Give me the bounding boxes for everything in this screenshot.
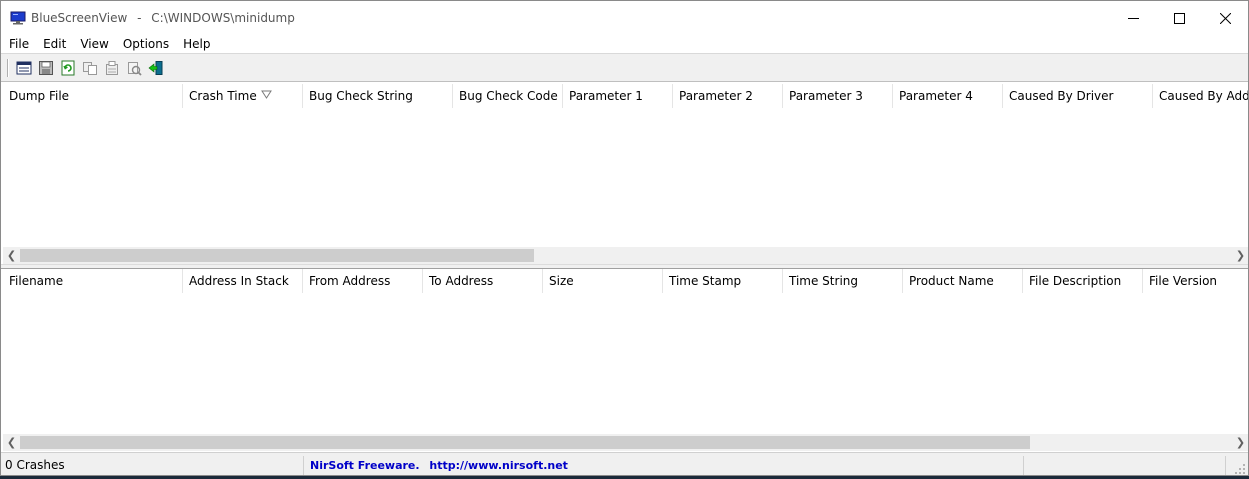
crash-list[interactable]: Dump File Crash Time Bug Check String Bu… [3, 84, 1248, 264]
app-monitor-icon [10, 11, 26, 25]
advanced-options-icon [128, 61, 142, 76]
column-parameter-2[interactable]: Parameter 2 [673, 84, 783, 108]
properties-button[interactable] [101, 57, 123, 79]
title-separator: - [137, 11, 142, 25]
driver-list[interactable]: Filename Address In Stack From Address T… [3, 269, 1248, 451]
crash-list-hscrollbar[interactable]: ❮ ❯ [3, 247, 1248, 264]
scroll-left-arrow-icon[interactable]: ❮ [3, 247, 20, 264]
column-file-version[interactable]: File Version [1143, 269, 1248, 293]
column-parameter-4[interactable]: Parameter 4 [893, 84, 1003, 108]
crash-list-header: Dump File Crash Time Bug Check String Bu… [3, 84, 1248, 108]
menu-file[interactable]: File [1, 34, 36, 54]
title-bar: BlueScreenView - C:\WINDOWS\minidump [1, 1, 1248, 35]
driver-list-header: Filename Address In Stack From Address T… [3, 269, 1248, 293]
scroll-right-arrow-icon[interactable]: ❯ [1232, 247, 1248, 264]
html-report-button[interactable] [13, 57, 35, 79]
column-to-address[interactable]: To Address [423, 269, 543, 293]
column-parameter-1[interactable]: Parameter 1 [563, 84, 673, 108]
sort-descending-icon [261, 90, 272, 99]
column-size[interactable]: Size [543, 269, 663, 293]
toolbar-grip [7, 58, 9, 77]
freeware-label: NirSoft Freeware. [310, 459, 420, 472]
column-time-string[interactable]: Time String [783, 269, 903, 293]
minimize-icon [1127, 17, 1139, 19]
column-crash-time-label: Crash Time [189, 89, 257, 103]
properties-icon [106, 60, 118, 75]
scroll-left-arrow-icon[interactable]: ❮ [3, 434, 20, 451]
column-filename[interactable]: Filename [3, 269, 183, 293]
column-caused-by-driver[interactable]: Caused By Driver [1003, 84, 1153, 108]
menu-help[interactable]: Help [176, 34, 217, 54]
column-parameter-3[interactable]: Parameter 3 [783, 84, 893, 108]
toolbar [1, 54, 1248, 82]
window-title: BlueScreenView - C:\WINDOWS\minidump [31, 11, 295, 25]
menu-view[interactable]: View [73, 34, 115, 54]
app-name: BlueScreenView [31, 11, 128, 25]
crash-list-scroll-thumb[interactable] [20, 249, 534, 262]
maximize-button[interactable] [1156, 1, 1202, 35]
menu-options[interactable]: Options [116, 34, 176, 54]
bluescreenview-window: BlueScreenView - C:\WINDOWS\minidump Fil… [0, 0, 1249, 476]
column-bug-check-string[interactable]: Bug Check String [303, 84, 453, 108]
save-icon [39, 60, 53, 75]
column-caused-by-address[interactable]: Caused By Address [1153, 84, 1248, 108]
refresh-icon [61, 60, 75, 75]
column-bug-check-code[interactable]: Bug Check Code [453, 84, 563, 108]
column-time-stamp[interactable]: Time Stamp [663, 269, 783, 293]
copy-icon [83, 61, 97, 75]
refresh-button[interactable] [57, 57, 79, 79]
status-bar: 0 Crashes NirSoft Freeware. http://www.n… [1, 452, 1248, 475]
close-icon [1219, 12, 1231, 24]
maximize-icon [1173, 12, 1185, 24]
column-crash-time[interactable]: Crash Time [183, 84, 303, 108]
menu-bar: File Edit View Options Help [1, 34, 1248, 54]
status-empty-panel [1026, 456, 1226, 475]
save-button[interactable] [35, 57, 57, 79]
driver-list-hscrollbar[interactable]: ❮ ❯ [3, 434, 1248, 451]
nirsoft-link[interactable]: NirSoft Freeware. http://www.nirsoft.net [306, 456, 1024, 475]
advanced-options-button[interactable] [123, 57, 145, 79]
html-report-icon [16, 61, 32, 74]
menu-edit[interactable]: Edit [36, 34, 73, 54]
exit-icon [148, 60, 163, 75]
nirsoft-url[interactable]: http://www.nirsoft.net [429, 459, 568, 472]
copy-button[interactable] [79, 57, 101, 79]
column-dump-file[interactable]: Dump File [3, 84, 183, 108]
exit-button[interactable] [145, 57, 167, 79]
column-from-address[interactable]: From Address [303, 269, 423, 293]
column-address-in-stack[interactable]: Address In Stack [183, 269, 303, 293]
crash-count: 0 Crashes [4, 456, 304, 475]
scroll-right-arrow-icon[interactable]: ❯ [1232, 434, 1248, 451]
minimize-button[interactable] [1110, 1, 1156, 35]
column-file-description[interactable]: File Description [1023, 269, 1143, 293]
driver-list-scroll-thumb[interactable] [20, 436, 1030, 449]
dump-folder-path: C:\WINDOWS\minidump [151, 11, 295, 25]
column-product-name[interactable]: Product Name [903, 269, 1023, 293]
close-button[interactable] [1202, 1, 1248, 35]
resize-grip-icon[interactable] [1234, 463, 1246, 475]
